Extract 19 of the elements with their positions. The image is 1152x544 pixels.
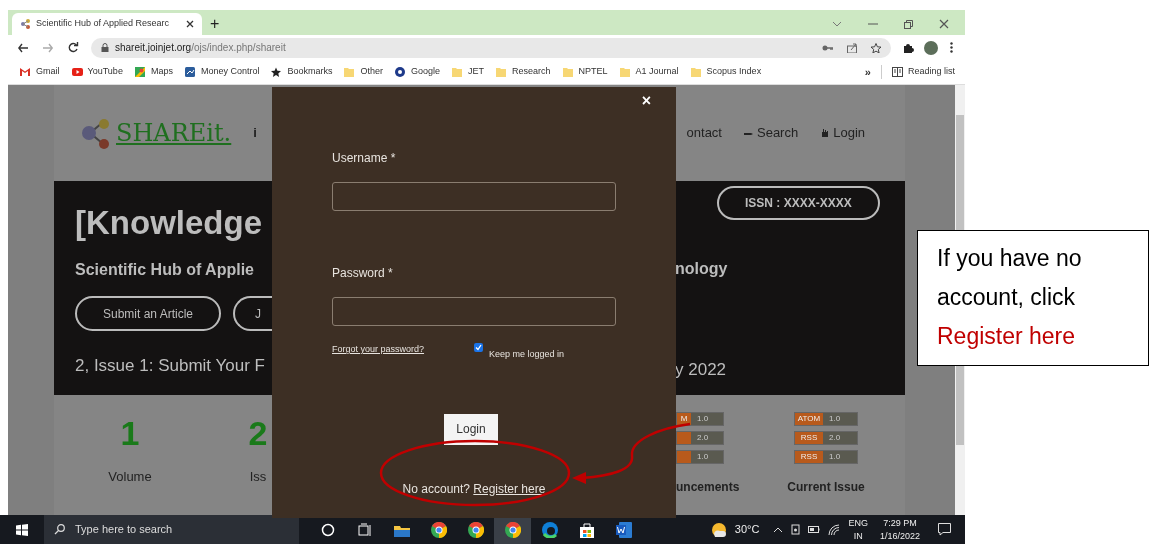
tab-title: Scientific Hub of Applied Researc — [36, 17, 171, 31]
stat-number: 1 — [120, 413, 140, 453]
stat-label: Iss — [249, 468, 267, 486]
checkbox-label: Keep me logged in — [489, 348, 565, 361]
issn-badge: ISSN : XXXX-XXXX — [717, 186, 880, 220]
field-label: Username * — [332, 150, 397, 167]
hero-subtitle: nology — [675, 259, 728, 279]
stat-number: 2 — [248, 413, 268, 453]
field-label: Password * — [332, 265, 394, 282]
url-text: shareit.joinjet.org/ojs/index.php/shareit — [115, 41, 286, 55]
announcement-text: 2, Issue 1: Submit Your F — [75, 355, 266, 377]
callout-tooltip: If you have no account, click Register here — [917, 230, 1149, 366]
register-prompt: No account? Register here — [402, 480, 546, 498]
section-label: Current Issue — [787, 479, 865, 496]
stat-label: Volume — [108, 468, 152, 486]
announcement-text: y 2022 — [675, 359, 727, 381]
hero-title: [Knowledge — [75, 203, 263, 243]
hero-subtitle: Scientific Hub of Applie — [75, 260, 255, 280]
section-label: uncements — [676, 479, 740, 496]
